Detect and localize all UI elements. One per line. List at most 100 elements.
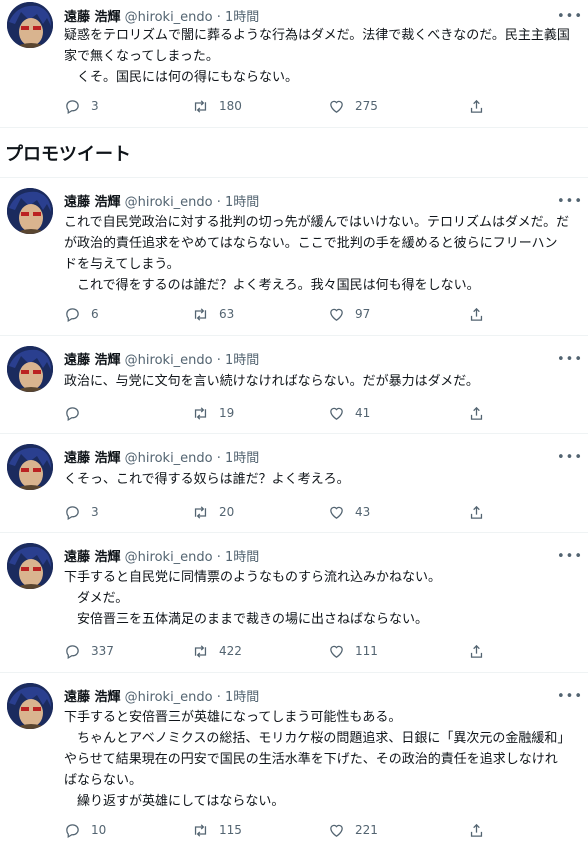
- tweet-text: くそっ、これで得する奴らは誰だ？よく考えろ。: [64, 472, 350, 487]
- author-handle-time[interactable]: @hiroki_endo · 1時間: [125, 353, 260, 368]
- share-button[interactable]: [468, 641, 485, 661]
- more-options-icon[interactable]: •••: [557, 193, 582, 209]
- tweet-actions: 19 41: [64, 403, 504, 423]
- reply-button[interactable]: 3: [64, 502, 99, 522]
- author-handle-time[interactable]: @hiroki_endo · 1時間: [125, 451, 260, 466]
- like-count: 221: [355, 823, 378, 837]
- avatar[interactable]: [7, 444, 53, 490]
- tweet-actions: 3 20 43: [64, 502, 504, 522]
- share-button[interactable]: [468, 96, 485, 116]
- tweet-text: 下手すると自民党に同情票のようなものすら流れ込みかねない。 ダメだ。 安倍晋三を…: [64, 570, 442, 627]
- heart-icon: [330, 100, 343, 113]
- more-options-icon[interactable]: •••: [557, 8, 582, 24]
- reply-count: 337: [91, 644, 114, 658]
- author-handle-time[interactable]: @hiroki_endo · 1時間: [125, 195, 260, 210]
- more-options-icon[interactable]: •••: [557, 449, 582, 465]
- reply-icon: [66, 99, 79, 114]
- retweet-count: 19: [219, 406, 235, 420]
- reply-button[interactable]: 337: [64, 641, 114, 661]
- avatar[interactable]: [7, 188, 53, 234]
- author-handle-time[interactable]: @hiroki_endo · 1時間: [125, 690, 260, 705]
- avatar[interactable]: [7, 543, 53, 589]
- retweet-button[interactable]: 180: [192, 96, 242, 116]
- retweet-button[interactable]: 20: [192, 502, 234, 522]
- like-button[interactable]: 41: [328, 403, 370, 423]
- retweet-button[interactable]: 422: [192, 641, 242, 661]
- share-icon: [470, 823, 483, 837]
- tweet-text: 政治に、与党に文句を言い続けなければならない。だが暴力はダメだ。: [64, 374, 479, 389]
- more-options-icon[interactable]: •••: [557, 548, 582, 564]
- retweet-button[interactable]: 63: [192, 304, 234, 324]
- author-name[interactable]: 遠藤 浩輝: [64, 195, 121, 210]
- avatar[interactable]: [7, 2, 53, 48]
- like-button[interactable]: 275: [328, 96, 378, 116]
- tweet-actions: 6 63 97: [64, 304, 504, 324]
- like-count: 97: [355, 307, 371, 321]
- retweet-button[interactable]: 115: [192, 820, 242, 840]
- author-name[interactable]: 遠藤 浩輝: [64, 690, 121, 705]
- like-count: 43: [355, 505, 371, 519]
- author-name[interactable]: 遠藤 浩輝: [64, 550, 121, 565]
- author-name[interactable]: 遠藤 浩輝: [64, 10, 121, 25]
- divider: [0, 177, 588, 178]
- share-button[interactable]: [468, 820, 485, 840]
- author-name[interactable]: 遠藤 浩輝: [64, 451, 121, 466]
- promo-heading: プロモツイート: [5, 144, 131, 165]
- like-count: 275: [355, 99, 378, 113]
- more-options-icon[interactable]: •••: [557, 688, 582, 704]
- heart-icon: [330, 407, 343, 420]
- reply-icon: [66, 823, 79, 838]
- avatar[interactable]: [7, 683, 53, 729]
- reply-button[interactable]: 10: [64, 820, 106, 840]
- heart-icon: [330, 824, 343, 837]
- reply-icon: [66, 505, 79, 520]
- heart-icon: [330, 645, 343, 658]
- reply-count: 6: [91, 307, 99, 321]
- retweet-icon: [194, 99, 207, 113]
- like-button[interactable]: 221: [328, 820, 378, 840]
- divider: [0, 532, 588, 533]
- divider: [0, 433, 588, 434]
- retweet-button[interactable]: 19: [192, 403, 234, 423]
- author-name[interactable]: 遠藤 浩輝: [64, 353, 121, 368]
- reply-count: 3: [91, 99, 99, 113]
- reply-button[interactable]: 3: [64, 96, 99, 116]
- author-handle-time[interactable]: @hiroki_endo · 1時間: [125, 10, 260, 25]
- author-handle-time[interactable]: @hiroki_endo · 1時間: [125, 550, 260, 565]
- reply-icon: [66, 644, 79, 659]
- like-count: 41: [355, 406, 371, 420]
- tweet-text: 下手すると安倍晋三が英雄になってしまう可能性もある。 ちゃんとアベノミクスの総括…: [64, 710, 564, 809]
- share-icon: [470, 406, 483, 420]
- retweet-count: 180: [219, 99, 242, 113]
- tweet-actions: 337 422 111: [64, 641, 504, 661]
- reply-icon: [66, 406, 79, 421]
- share-icon: [470, 505, 483, 519]
- heart-icon: [330, 308, 343, 321]
- reply-button[interactable]: 6: [64, 304, 99, 324]
- reply-icon: [66, 307, 79, 322]
- share-icon: [470, 99, 483, 113]
- like-button[interactable]: 111: [328, 641, 378, 661]
- retweet-icon: [194, 644, 207, 658]
- divider: [0, 127, 588, 128]
- retweet-icon: [194, 823, 207, 837]
- tweet-actions: 10 115 221: [64, 820, 504, 840]
- share-button[interactable]: [468, 502, 485, 522]
- divider: [0, 672, 588, 673]
- retweet-icon: [194, 406, 207, 420]
- like-button[interactable]: 43: [328, 502, 370, 522]
- avatar[interactable]: [7, 346, 53, 392]
- share-button[interactable]: [468, 403, 485, 423]
- reply-count: 3: [91, 505, 99, 519]
- retweet-count: 20: [219, 505, 235, 519]
- more-options-icon[interactable]: •••: [557, 351, 582, 367]
- divider: [0, 335, 588, 336]
- reply-count: 10: [91, 823, 107, 837]
- share-button[interactable]: [468, 304, 485, 324]
- reply-button[interactable]: [64, 403, 91, 423]
- retweet-count: 115: [219, 823, 242, 837]
- retweet-icon: [194, 307, 207, 321]
- retweet-icon: [194, 505, 207, 519]
- like-button[interactable]: 97: [328, 304, 370, 324]
- heart-icon: [330, 506, 343, 519]
